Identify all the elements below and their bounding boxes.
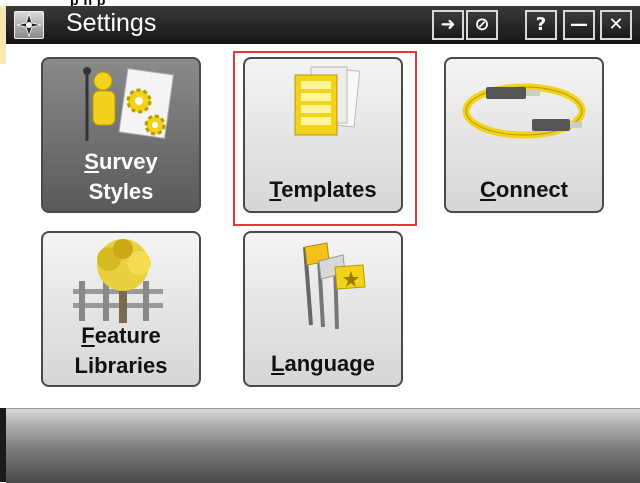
- close-button[interactable]: ✕: [600, 10, 632, 40]
- flags-icon: [245, 239, 401, 331]
- window-title: Settings: [66, 9, 157, 37]
- close-icon: ✕: [608, 14, 624, 35]
- survey-styles-label: Survey Styles: [84, 149, 158, 204]
- survey-styles-button[interactable]: Survey Styles: [41, 57, 201, 213]
- feature-libraries-button[interactable]: Feature Libraries: [41, 231, 201, 387]
- minimize-button[interactable]: —: [563, 10, 595, 40]
- language-label: Language: [271, 351, 375, 376]
- minimize-icon: —: [570, 14, 588, 35]
- login-button[interactable]: ➜: [432, 10, 464, 40]
- compass-rose-icon[interactable]: [14, 11, 44, 39]
- selection-highlight: [233, 51, 417, 226]
- question-icon: ?: [535, 14, 547, 35]
- cancel-button[interactable]: ⊘: [466, 10, 498, 40]
- connect-label: Connect: [479, 177, 568, 202]
- connect-button[interactable]: Connect: [444, 57, 604, 213]
- title-bar: Settings ➜ ⊘ ? — ✕: [6, 6, 640, 45]
- help-button[interactable]: ?: [525, 10, 557, 40]
- arrow-login-icon: ➜: [440, 14, 456, 35]
- feature-libraries-label: Feature Libraries: [74, 323, 168, 378]
- usb-cable-icon: [446, 65, 602, 157]
- bottom-bar: [6, 408, 640, 483]
- language-button[interactable]: Language: [243, 231, 403, 387]
- tree-fence-icon: [43, 239, 199, 331]
- survey-pole-gears-icon: [43, 65, 199, 157]
- no-entry-icon: ⊘: [474, 14, 490, 35]
